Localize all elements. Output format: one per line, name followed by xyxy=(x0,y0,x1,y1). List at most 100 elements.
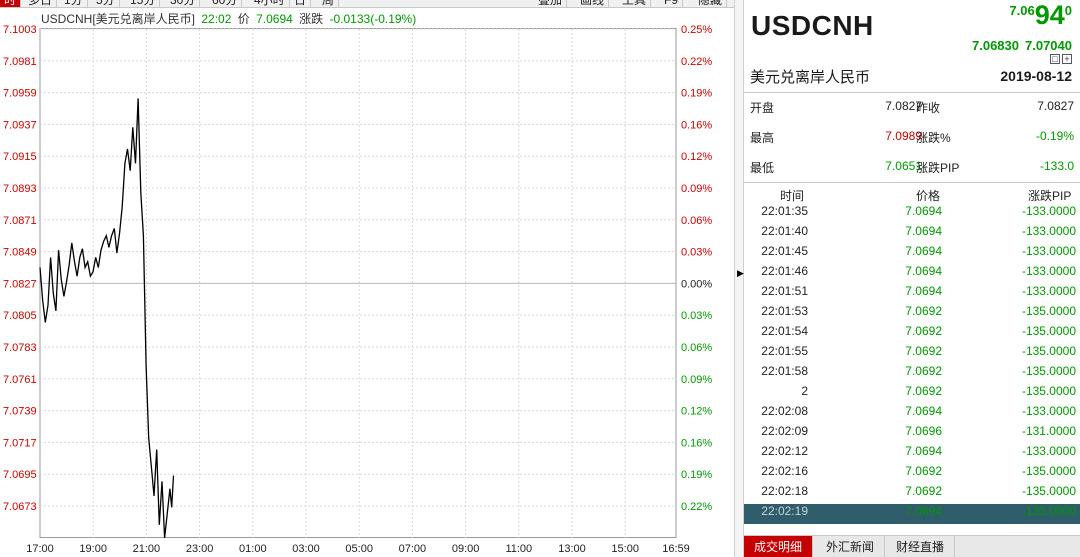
tick-change: -133.0000 xyxy=(1021,284,1076,298)
y-tick-label-left: 7.0937 xyxy=(3,119,37,131)
y-tick-label-right: 0.16% xyxy=(681,119,712,131)
divider xyxy=(744,92,1080,93)
y-tick-label-left: 7.1003 xyxy=(3,24,37,36)
tick-time: 22:01:55 xyxy=(761,344,808,358)
y-tick-label-right: 0.06% xyxy=(681,215,712,227)
intraday-price-chart[interactable]: 7.1003 7.0981 7.0959 7.0937 7.0915 7.0893 7.08… xyxy=(0,0,734,557)
tick-row[interactable]: 22:01:51 7.0694 -133.0000 xyxy=(744,284,1080,304)
tick-row[interactable]: 22:02:16 7.0692 -135.0000 xyxy=(744,464,1080,484)
tick-change: -135.0000 xyxy=(1021,464,1076,478)
tick-change: -135.0000 xyxy=(1021,324,1076,338)
tick-time: 22:02:09 xyxy=(761,424,808,438)
tick-change: -133.0000 xyxy=(1021,264,1076,278)
tick-row[interactable]: 22:01:54 7.0692 -135.0000 xyxy=(744,324,1080,344)
tick-price: 7.0696 xyxy=(905,424,942,438)
y-tick-label-right: 0.19% xyxy=(681,88,712,100)
tick-price: 7.0692 xyxy=(905,484,942,498)
prev-close-value: 7.0827 xyxy=(1037,99,1074,113)
y-tick-label-right: 0.09% xyxy=(681,183,712,195)
tab-fx-news[interactable]: 外汇新闻 xyxy=(816,536,886,557)
quote-panel: USDCNH 7.06940 7.06830 7.07040 □ + 美元兑离岸人民… xyxy=(744,0,1080,557)
y-tick-label-right: 0.12% xyxy=(681,151,712,163)
price-fraction: 0 xyxy=(1064,3,1072,18)
quote-name: 美元兑离岸人民币 xyxy=(750,69,871,86)
y-tick-label-left: 7.0761 xyxy=(3,374,37,386)
ticks-col-change: 涨跌PIP xyxy=(1028,189,1072,203)
tick-row[interactable]: 22:01:55 7.0692 -135.0000 xyxy=(744,344,1080,364)
x-tick-label: 16:59 xyxy=(662,543,690,555)
ticks-col-time: 时间 xyxy=(780,189,805,203)
ask-price: 7.07040 xyxy=(1025,38,1072,53)
tick-time: 22:01:58 xyxy=(761,364,808,378)
change-pct-label: 涨跌% xyxy=(916,131,951,145)
y-tick-label-right: 0.12% xyxy=(681,406,712,418)
tick-change: -135.0000 xyxy=(1021,384,1076,398)
high-value: 7.0989 xyxy=(885,129,922,143)
plus-icon[interactable]: + xyxy=(1062,54,1072,64)
x-tick-label: 07:00 xyxy=(399,543,427,555)
tick-row[interactable]: 22:01:45 7.0694 -133.0000 xyxy=(744,244,1080,264)
tick-time: 22:02:12 xyxy=(761,444,808,458)
tick-row[interactable]: 22:01:53 7.0692 -135.0000 xyxy=(744,304,1080,324)
tick-price: 7.0694 xyxy=(905,204,942,218)
x-tick-label: 09:00 xyxy=(452,543,480,555)
price-pips: 94 xyxy=(1034,0,1065,30)
tick-change: -133.0000 xyxy=(1021,404,1076,418)
y-tick-label-right: 0.16% xyxy=(681,437,712,449)
price-prefix: 7.06 xyxy=(1009,3,1035,18)
tick-price: 7.0694 xyxy=(905,504,942,518)
tick-price: 7.0694 xyxy=(905,264,942,278)
tab-live-finance[interactable]: 财经直播 xyxy=(886,536,956,557)
x-tick-label: 19:00 xyxy=(79,543,107,555)
x-tick-label: 15:00 xyxy=(611,543,639,555)
quote-date: 2019-08-12 xyxy=(1000,68,1072,84)
change-pip-value: -133.0 xyxy=(1039,159,1074,173)
collapse-arrow-icon[interactable]: ▶ xyxy=(737,268,744,279)
tick-row[interactable]: 22:02:18 7.0692 -135.0000 xyxy=(744,484,1080,504)
x-tick-label: 17:00 xyxy=(26,543,54,555)
tick-time: 22:01:40 xyxy=(761,224,808,238)
calendar-icon[interactable]: □ xyxy=(1050,54,1060,64)
y-tick-label-left: 7.0959 xyxy=(3,88,37,100)
y-tick-label-left: 7.0805 xyxy=(3,310,37,322)
y-tick-label-left: 7.0871 xyxy=(3,215,37,227)
tick-price: 7.0692 xyxy=(905,464,942,478)
tick-row[interactable]: 2 7.0692 -135.0000 xyxy=(744,384,1080,404)
tab-trade-details[interactable]: 成交明细 xyxy=(744,536,814,557)
change-pip-label: 涨跌PIP xyxy=(916,161,960,175)
tick-price: 7.0692 xyxy=(905,344,942,358)
tick-row[interactable]: 22:01:35 7.0694 -133.0000 xyxy=(744,204,1080,224)
bid-ask: 7.06830 7.07040 xyxy=(966,38,1072,53)
x-tick-label: 03:00 xyxy=(292,543,320,555)
y-tick-label-left: 7.0695 xyxy=(3,469,37,481)
tick-row[interactable]: 22:02:09 7.0696 -131.0000 xyxy=(744,424,1080,444)
tick-time: 22:02:08 xyxy=(761,404,808,418)
y-tick-label-left: 7.0915 xyxy=(3,151,37,163)
bottom-tabs: 成交明细 外汇新闻 财经直播 xyxy=(744,535,1080,557)
tick-price: 7.0694 xyxy=(905,404,942,418)
quote-icons: □ + xyxy=(1048,54,1072,65)
tick-price: 7.0694 xyxy=(905,284,942,298)
tick-time: 22:01:46 xyxy=(761,264,808,278)
tick-price: 7.0692 xyxy=(905,384,942,398)
x-tick-label: 23:00 xyxy=(186,543,214,555)
y-tick-label-right: 0.22% xyxy=(681,501,712,513)
tick-time: 22:01:35 xyxy=(761,204,808,218)
tick-change: -133.0000 xyxy=(1021,244,1076,258)
tick-change: -135.0000 xyxy=(1021,304,1076,318)
y-tick-label-left: 7.0893 xyxy=(3,183,37,195)
tick-change: -133.0000 xyxy=(1021,444,1076,458)
y-tick-label-right: 0.03% xyxy=(681,310,712,322)
tick-row[interactable]: 22:02:08 7.0694 -133.0000 xyxy=(744,404,1080,424)
tick-price: 7.0694 xyxy=(905,244,942,258)
y-tick-label-right: 0.00% xyxy=(681,278,712,290)
tick-row[interactable]: 22:01:40 7.0694 -133.0000 xyxy=(744,224,1080,244)
tick-row[interactable]: 22:02:19 7.0694 -133.0000 xyxy=(744,504,1080,524)
y-tick-label-left: 7.0783 xyxy=(3,342,37,354)
x-tick-label: 13:00 xyxy=(558,543,586,555)
tick-row[interactable]: 22:01:46 7.0694 -133.0000 xyxy=(744,264,1080,284)
tick-row[interactable]: 22:02:12 7.0694 -133.0000 xyxy=(744,444,1080,464)
tick-row[interactable]: 22:01:58 7.0692 -135.0000 xyxy=(744,364,1080,384)
tick-change: -135.0000 xyxy=(1021,344,1076,358)
high-label: 最高 xyxy=(750,131,775,145)
